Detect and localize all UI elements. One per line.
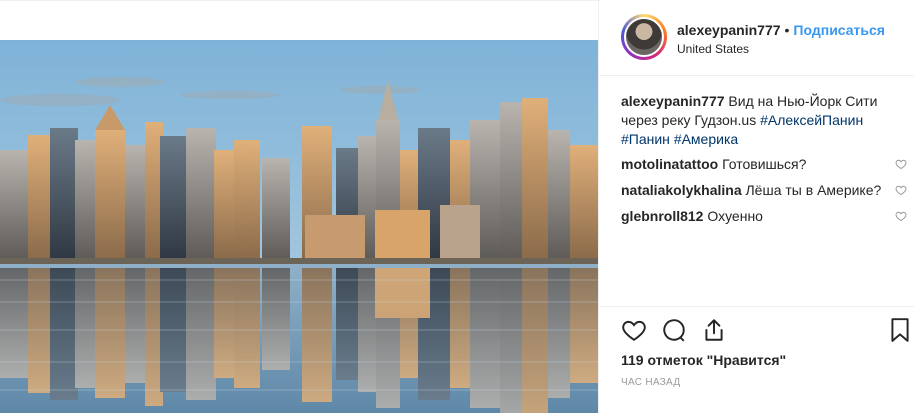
heart-icon[interactable] <box>895 158 907 170</box>
skyline-photo-illustration <box>0 40 598 413</box>
post-timestamp[interactable]: ЧАС НАЗАД <box>621 377 680 388</box>
top-divider <box>0 0 600 1</box>
post-photo[interactable] <box>0 40 598 413</box>
author-username[interactable]: alexeypanin777 <box>677 22 781 38</box>
list-item: motolinatattoo Готовишься? <box>621 155 911 181</box>
heart-icon[interactable] <box>895 210 907 222</box>
post-header: alexeypanin777 • Подписаться United States <box>599 0 914 76</box>
comment-username[interactable]: nataliakolykhalina <box>621 182 742 198</box>
bookmark-icon[interactable] <box>887 317 913 343</box>
hashtag-link[interactable]: #АлексейПанин <box>760 112 863 128</box>
hashtag-link[interactable]: #Панин <box>621 131 670 147</box>
comment-text: Охуенно <box>703 208 763 224</box>
likes-count[interactable]: 119 отметок "Нравится" <box>621 352 786 368</box>
heart-icon[interactable] <box>621 317 647 343</box>
share-icon[interactable] <box>701 317 727 343</box>
separator-dot: • <box>784 22 790 38</box>
post-caption: alexeypanin777 Вид на Нью-Йорк Сити чере… <box>621 92 881 149</box>
list-item: glebnroll812 Охуенно <box>621 207 911 233</box>
post-sidebar: alexeypanin777 • Подписаться United States… <box>598 0 914 413</box>
hashtag-link[interactable]: #Америка <box>674 131 738 147</box>
comments-list: alexeypanin777 Вид на Нью-Йорк Сити чере… <box>621 92 911 233</box>
instagram-post: alexeypanin777 • Подписаться United States… <box>0 0 914 413</box>
heart-icon[interactable] <box>895 184 907 196</box>
avatar[interactable] <box>621 14 667 60</box>
comment-icon[interactable] <box>661 317 687 343</box>
avatar-image <box>624 17 664 57</box>
author-row: alexeypanin777 • Подписаться <box>677 22 885 38</box>
comment-username[interactable]: glebnroll812 <box>621 208 703 224</box>
list-item: nataliakolykhalina Лёша ты в Америке? <box>621 181 911 207</box>
comment-text: Лёша ты в Америке? <box>741 182 882 198</box>
actions-divider <box>599 306 914 307</box>
comment-username[interactable]: motolinatattoo <box>621 156 718 172</box>
follow-button[interactable]: Подписаться <box>793 22 885 38</box>
location-link[interactable]: United States <box>677 42 749 56</box>
caption-username[interactable]: alexeypanin777 <box>621 93 725 109</box>
comment-text: Готовишься? <box>718 156 807 172</box>
